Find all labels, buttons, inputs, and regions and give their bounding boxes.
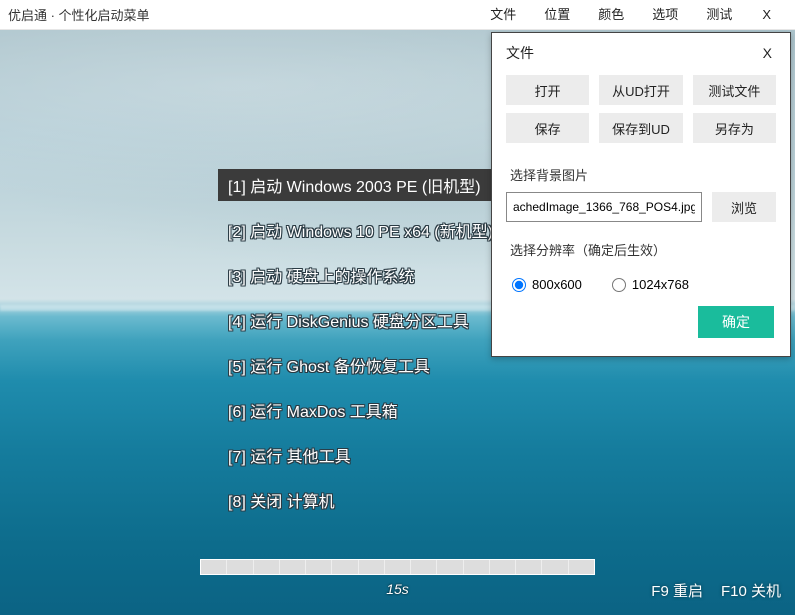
menu-file[interactable]: 文件 xyxy=(476,0,530,30)
app-window: 优启通 · 个性化启动菜单 文件 位置 颜色 选项 测试 X [1] 启动 Wi… xyxy=(0,0,795,615)
boot-menu-item-2[interactable]: [2] 启动 Windows 10 PE x64 (新机型) xyxy=(218,214,503,246)
confirm-button[interactable]: 确定 xyxy=(698,306,774,338)
bg-path-input[interactable] xyxy=(506,192,702,222)
window-close-button[interactable]: X xyxy=(746,0,787,30)
app-title: 优启通 · 个性化启动菜单 xyxy=(8,5,476,24)
boot-menu: [1] 启动 Windows 2003 PE (旧机型) [2] 启动 Wind… xyxy=(218,169,503,529)
save-button[interactable]: 保存 xyxy=(506,113,589,143)
file-panel-row2: 保存 保存到UD 另存为 xyxy=(492,109,790,147)
menubar: 文件 位置 颜色 选项 测试 X xyxy=(476,0,787,30)
progress-segment xyxy=(542,560,568,574)
file-panel-row1: 打开 从UD打开 测试文件 xyxy=(492,71,790,109)
progress-segment xyxy=(254,560,280,574)
menu-test[interactable]: 测试 xyxy=(692,0,746,30)
resolution-800x600-radio[interactable] xyxy=(512,278,526,292)
countdown-progress xyxy=(200,559,595,575)
progress-segment xyxy=(359,560,385,574)
progress-segment xyxy=(227,560,253,574)
fn-reboot: F9 重启 xyxy=(651,580,703,601)
preview-stage: [1] 启动 Windows 2003 PE (旧机型) [2] 启动 Wind… xyxy=(0,30,795,615)
function-keys: F9 重启 F10 关机 xyxy=(651,580,781,601)
resolution-800x600-label: 800x600 xyxy=(532,277,582,292)
menu-color[interactable]: 颜色 xyxy=(584,0,638,30)
boot-menu-item-7[interactable]: [7] 运行 其他工具 xyxy=(218,439,503,471)
file-panel-title: 文件 xyxy=(506,43,757,63)
progress-segment xyxy=(306,560,332,574)
progress-segment xyxy=(490,560,516,574)
menu-options[interactable]: 选项 xyxy=(638,0,692,30)
titlebar: 优启通 · 个性化启动菜单 文件 位置 颜色 选项 测试 X xyxy=(0,0,795,30)
file-panel-close-button[interactable]: X xyxy=(757,45,778,61)
resolution-800x600[interactable]: 800x600 xyxy=(512,277,582,292)
boot-menu-item-5[interactable]: [5] 运行 Ghost 备份恢复工具 xyxy=(218,349,503,381)
boot-menu-item-1[interactable]: [1] 启动 Windows 2003 PE (旧机型) xyxy=(218,169,503,201)
resolution-options: 800x600 1024x768 xyxy=(492,267,790,296)
file-panel-header: 文件 X xyxy=(492,33,790,71)
progress-segment xyxy=(411,560,437,574)
boot-menu-item-4[interactable]: [4] 运行 DiskGenius 硬盘分区工具 xyxy=(218,304,503,336)
boot-menu-item-8[interactable]: [8] 关闭 计算机 xyxy=(218,484,503,516)
confirm-row: 确定 xyxy=(492,296,790,342)
open-button[interactable]: 打开 xyxy=(506,75,589,105)
boot-menu-item-6[interactable]: [6] 运行 MaxDos 工具箱 xyxy=(218,394,503,426)
progress-segment xyxy=(516,560,542,574)
resolution-1024x768-radio[interactable] xyxy=(612,278,626,292)
resolution-section-label: 选择分辨率（确定后生效） xyxy=(492,222,790,267)
test-file-button[interactable]: 测试文件 xyxy=(693,75,776,105)
resolution-1024x768-label: 1024x768 xyxy=(632,277,689,292)
file-panel: 文件 X 打开 从UD打开 测试文件 保存 保存到UD 另存为 选择背景图片 浏… xyxy=(491,32,791,357)
progress-segment xyxy=(569,560,594,574)
browse-button[interactable]: 浏览 xyxy=(712,192,776,222)
fn-shutdown: F10 关机 xyxy=(721,580,781,601)
boot-menu-item-3[interactable]: [3] 启动 硬盘上的操作系统 xyxy=(218,259,503,291)
save-to-ud-button[interactable]: 保存到UD xyxy=(599,113,682,143)
save-as-button[interactable]: 另存为 xyxy=(693,113,776,143)
progress-segment xyxy=(332,560,358,574)
progress-segment xyxy=(464,560,490,574)
progress-segment xyxy=(280,560,306,574)
resolution-1024x768[interactable]: 1024x768 xyxy=(612,277,689,292)
bg-input-row: 浏览 xyxy=(492,192,790,222)
progress-segment xyxy=(437,560,463,574)
bg-section-label: 选择背景图片 xyxy=(492,147,790,192)
progress-segment xyxy=(201,560,227,574)
menu-position[interactable]: 位置 xyxy=(530,0,584,30)
open-from-ud-button[interactable]: 从UD打开 xyxy=(599,75,682,105)
progress-segment xyxy=(385,560,411,574)
